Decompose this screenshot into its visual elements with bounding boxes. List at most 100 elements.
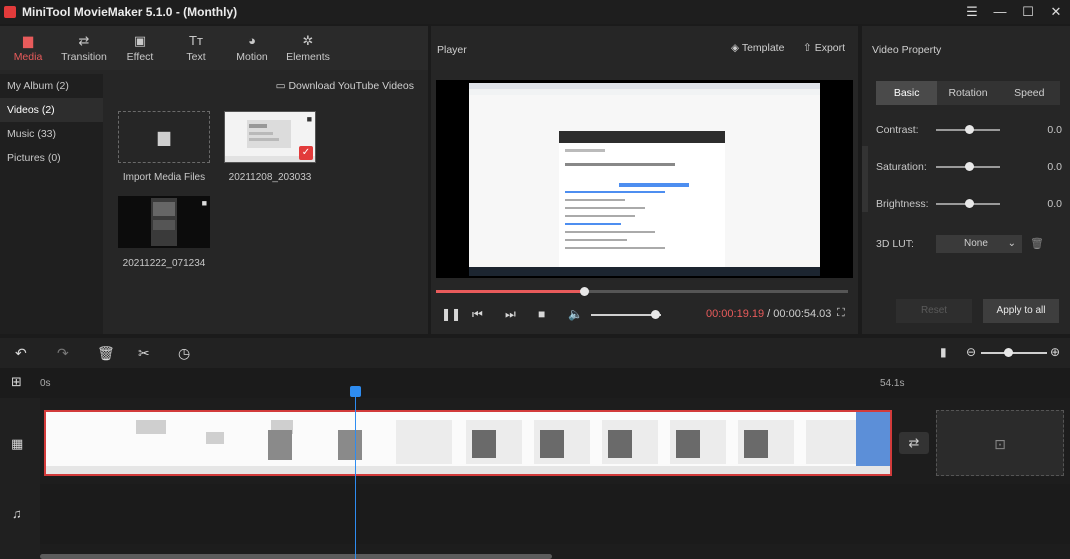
maximize-button[interactable]: ☐ <box>1014 0 1042 24</box>
sidebar-item-pictures[interactable]: Pictures (0) <box>0 146 103 170</box>
playback-progress-handle[interactable] <box>580 287 589 296</box>
media-thumbnail[interactable]: ■ ✓ <box>224 111 316 163</box>
fullscreen-icon[interactable]: ⛶ <box>837 307 845 320</box>
delete-icon[interactable]: 🗑 <box>97 345 115 362</box>
tab-transition[interactable]: ⇄ Transition <box>56 26 112 70</box>
apply-to-all-button[interactable]: Apply to all <box>983 299 1059 323</box>
contrast-value: 0.0 <box>1047 124 1062 136</box>
timeline-ruler[interactable]: ⊞ 0s 54.1s <box>0 368 1070 398</box>
tab-motion-label: Motion <box>236 50 268 63</box>
media-sidebar: My Album (2) Videos (2) Music (33) Pictu… <box>0 74 103 334</box>
export-button[interactable]: ⇧ Export <box>803 42 845 54</box>
reset-button[interactable]: Reset <box>896 299 972 323</box>
saturation-row: Saturation: 0.0 <box>876 159 1066 175</box>
zoom-slider-handle[interactable] <box>1004 348 1013 357</box>
clip-drop-zone[interactable]: ⊡ <box>936 410 1064 476</box>
add-track-icon[interactable]: ⊞ <box>11 374 22 390</box>
timeline-tracks: ▦ ♫ ⇄ ⊡ <box>0 398 1070 559</box>
transition-slot[interactable]: ⇄ <box>899 432 929 454</box>
tab-elements-label: Elements <box>286 50 330 63</box>
total-time: 00:00:54.03 <box>773 308 832 320</box>
lut-select[interactable]: None ⌄ <box>936 235 1022 253</box>
audio-track[interactable] <box>40 484 1070 544</box>
media-panel: ▆ Media ⇄ Transition ▣ Effect Tт Text ◕ … <box>0 26 428 334</box>
tab-rotation[interactable]: Rotation <box>937 81 998 105</box>
timeline-toolbar: ↶ ↷ 🗑 ✂ ◷ ▮ ⊖ ⊕ <box>0 338 1070 368</box>
brightness-row: Brightness: 0.0 <box>876 196 1066 212</box>
effect-icon: ▣ <box>133 32 147 48</box>
stop-button[interactable]: ■ <box>538 307 545 321</box>
tab-motion[interactable]: ◕ Motion <box>224 26 280 70</box>
pause-button[interactable]: ❚❚ <box>441 307 461 321</box>
template-button[interactable]: ◈ Template <box>731 42 784 54</box>
saturation-slider-handle[interactable] <box>965 162 974 171</box>
fit-timeline-icon[interactable]: ▮ <box>940 345 947 359</box>
elements-icon: ✲ <box>302 32 314 48</box>
main-toolbar: ▆ Media ⇄ Transition ▣ Effect Tт Text ◕ … <box>0 26 428 70</box>
tab-media-label: Media <box>13 50 43 63</box>
tab-text-label: Text <box>186 50 206 63</box>
title-bar: MiniTool MovieMaker 5.1.0 - (Monthly) ☰ … <box>0 0 1070 24</box>
sidebar-item-music[interactable]: Music (33) <box>0 122 103 146</box>
video-property-panel: Video Property Basic Rotation Speed Cont… <box>862 26 1070 334</box>
media-thumbnail[interactable]: ■ <box>118 196 210 248</box>
tab-text[interactable]: Tт Text <box>168 26 224 70</box>
lut-label: 3D LUT: <box>876 238 914 250</box>
sidebar-item-my-album[interactable]: My Album (2) <box>0 74 103 98</box>
ruler-end-label: 54.1s <box>880 378 905 389</box>
contrast-row: Contrast: 0.0 <box>876 122 1066 138</box>
volume-slider-handle[interactable] <box>651 310 660 319</box>
playhead[interactable] <box>355 390 356 559</box>
panel-title: Video Property <box>872 44 942 56</box>
contrast-slider-handle[interactable] <box>965 125 974 134</box>
template-label: Template <box>741 42 785 54</box>
export-label: Export <box>814 42 846 54</box>
check-icon: ✓ <box>299 146 313 160</box>
tab-elements[interactable]: ✲ Elements <box>280 26 336 70</box>
next-frame-button[interactable]: ⏭ <box>505 307 516 322</box>
tab-effect[interactable]: ▣ Effect <box>112 26 168 70</box>
undo-icon[interactable]: ↶ <box>15 345 27 362</box>
split-icon[interactable]: ✂ <box>138 345 150 362</box>
video-preview[interactable] <box>436 80 853 278</box>
contrast-label: Contrast: <box>876 124 919 136</box>
brightness-slider-handle[interactable] <box>965 199 974 208</box>
app-logo-icon <box>4 6 16 18</box>
preview-frame <box>469 83 820 276</box>
import-media-button[interactable]: ▆ <box>118 111 210 163</box>
tab-media[interactable]: ▆ Media <box>0 26 56 70</box>
volume-icon[interactable]: 🔈 <box>568 307 583 321</box>
tab-effect-label: Effect <box>126 50 154 63</box>
sidebar-item-videos[interactable]: Videos (2) <box>0 98 103 122</box>
media-file-name: 20211208_203033 <box>228 172 312 183</box>
download-youtube-button[interactable]: ▭ Download YouTube Videos <box>276 80 414 92</box>
menu-icon[interactable]: ☰ <box>958 0 986 24</box>
close-button[interactable]: ✕ <box>1042 0 1070 24</box>
tab-basic[interactable]: Basic <box>876 81 938 105</box>
folder-icon: ▆ <box>157 129 171 146</box>
previous-frame-button[interactable]: ⏮ <box>472 307 483 322</box>
video-clip[interactable] <box>44 410 892 476</box>
playback-progress[interactable] <box>436 287 848 296</box>
playhead-handle[interactable] <box>350 386 361 397</box>
minimize-button[interactable]: — <box>986 0 1014 24</box>
zoom-slider[interactable] <box>981 352 1047 354</box>
timeline-scrollbar[interactable] <box>40 554 552 559</box>
current-time: 00:00:19.19 <box>706 308 765 320</box>
tab-speed[interactable]: Speed <box>999 81 1060 105</box>
trash-icon[interactable]: 🗑 <box>1030 237 1044 250</box>
speed-icon[interactable]: ◷ <box>178 345 190 362</box>
timecode: 00:00:19.19 / 00:00:54.03 <box>706 308 831 320</box>
property-tabs: Basic Rotation Speed <box>876 81 1060 105</box>
download-youtube-label: Download YouTube Videos <box>288 80 414 92</box>
redo-icon[interactable]: ↷ <box>57 345 69 362</box>
zoom-out-icon[interactable]: ⊖ <box>966 345 976 359</box>
motion-icon: ◕ <box>248 32 256 48</box>
panel-collapse-handle[interactable] <box>862 146 868 212</box>
zoom-in-icon[interactable]: ⊕ <box>1050 345 1060 359</box>
text-icon: Tт <box>189 32 203 48</box>
chevron-down-icon: ⌄ <box>1007 238 1016 249</box>
video-camera-icon: ■ <box>306 114 312 124</box>
app-title: MiniTool MovieMaker 5.1.0 - (Monthly) <box>22 5 238 19</box>
saturation-value: 0.0 <box>1047 161 1062 173</box>
